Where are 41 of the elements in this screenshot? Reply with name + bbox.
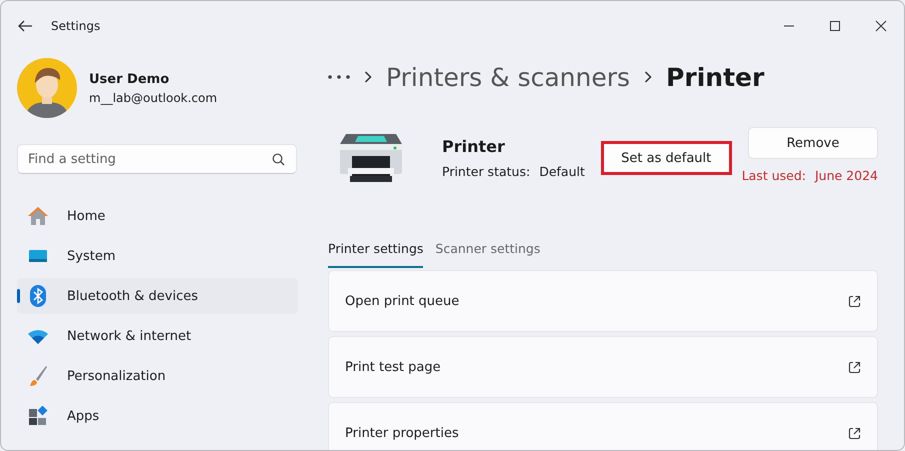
tab[interactable]: Scanner settings <box>435 241 540 268</box>
settings-card[interactable]: Print test page <box>328 336 878 398</box>
sidebar-item[interactable]: Home <box>17 198 298 234</box>
more-icon[interactable] <box>328 75 350 79</box>
tab[interactable]: Printer settings <box>328 241 424 268</box>
chevron-icon <box>644 71 652 83</box>
card-label: Printer properties <box>345 426 459 440</box>
printer-name: Printer <box>442 137 506 156</box>
settings-card[interactable]: Open print queue <box>328 270 878 332</box>
external-link-icon <box>848 294 861 308</box>
chevron-icon <box>364 71 372 83</box>
remove-button[interactable]: Remove <box>748 127 878 159</box>
breadcrumb-link[interactable]: Printers & scanners <box>386 62 630 92</box>
search-field[interactable]: Find a setting <box>17 144 297 174</box>
apps-icon <box>28 406 48 426</box>
sidebar-item[interactable]: Network & internet <box>17 318 298 354</box>
search-icon[interactable] <box>272 153 285 166</box>
user-email: m__lab@outlook.com <box>89 90 218 104</box>
external-link-icon <box>848 426 861 440</box>
sidebar-item[interactable]: Apps <box>17 398 298 434</box>
status-value: Default <box>539 164 585 179</box>
external-link-icon <box>848 360 861 374</box>
card-label: Print test page <box>345 360 441 374</box>
sidebar-item[interactable]: System <box>17 238 298 274</box>
set-default-button[interactable]: Set as default <box>600 141 732 175</box>
status-label: Printer status: <box>442 164 530 179</box>
bluetooth-icon <box>30 285 46 307</box>
back-icon[interactable] <box>17 20 33 32</box>
sidebar-item[interactable]: Personalization <box>17 358 298 394</box>
user-name: User Demo <box>89 72 170 86</box>
settings-card[interactable]: Printer properties <box>328 402 878 450</box>
sidebar-item[interactable]: Bluetooth & devices <box>17 278 298 314</box>
paintbrush-icon <box>28 365 48 387</box>
monitor-icon <box>28 248 48 264</box>
card-label: Open print queue <box>345 294 460 308</box>
house-icon <box>27 206 49 226</box>
last-used-date: June 2024 <box>814 168 878 183</box>
page-title: Printer <box>666 62 764 92</box>
last-used-label: Last used: <box>742 168 806 183</box>
window-title: Settings <box>51 19 100 33</box>
wifi-icon <box>27 328 49 344</box>
